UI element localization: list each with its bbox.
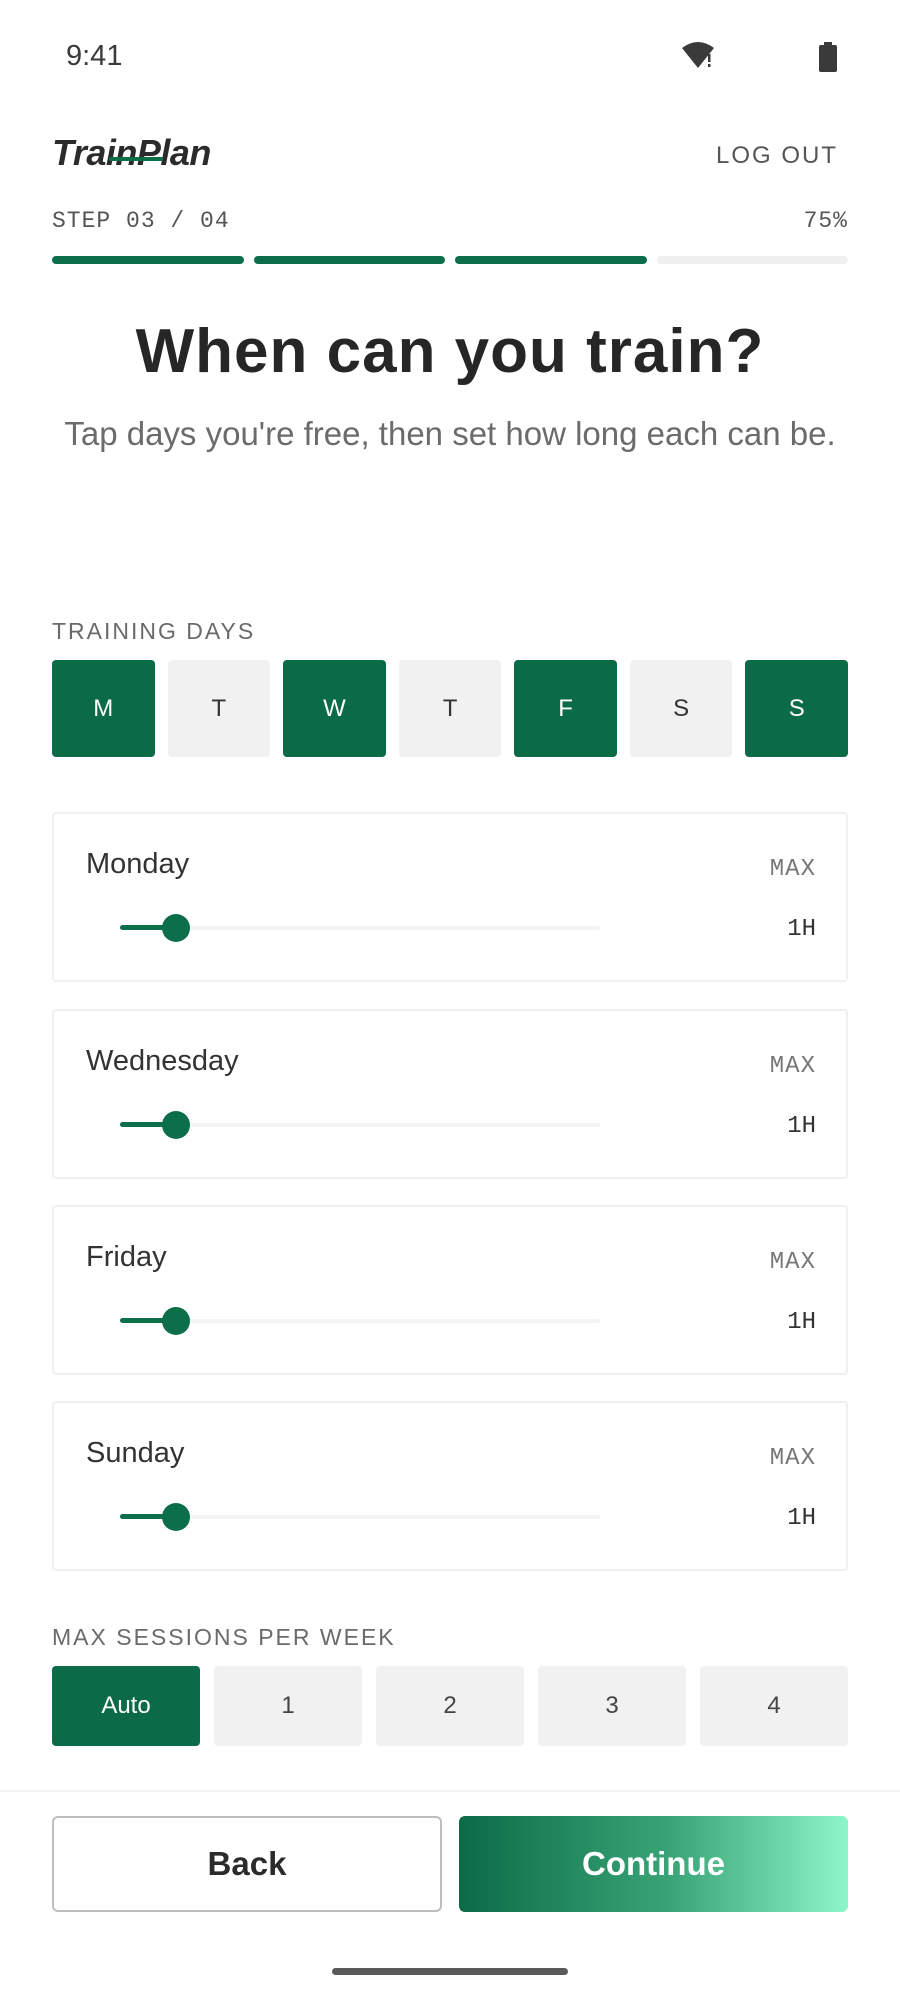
day-chip[interactable]: W [283,660,386,757]
session-option[interactable]: 2 [376,1666,524,1746]
max-label: MAX [769,1445,816,1472]
duration-value: 1H [787,1113,816,1140]
day-chip[interactable]: T [398,660,502,757]
logo-accent-stroke [109,157,163,161]
slider-track [120,926,600,930]
day-card: Friday MAX 1H [52,1205,848,1375]
page-subtitle: Tap days you're free, then set how long … [64,415,836,452]
progress-segment [656,256,848,264]
day-chip[interactable]: S [629,660,733,757]
status-bar: 9:41 [0,0,900,110]
progress-segment [52,256,244,264]
duration-slider[interactable] [120,1503,600,1531]
back-button[interactable]: Back [52,1816,442,1912]
slider-track [120,1515,600,1519]
app-logo: TrainPlan [52,132,211,173]
logout-button[interactable]: LOG OUT [716,142,838,170]
duration-slider[interactable] [120,914,600,942]
slider-track [120,1123,600,1127]
slider-thumb[interactable] [162,1307,191,1335]
day-card-title: Friday [86,1241,167,1273]
sessions-picker: Auto 1 2 3 4 [52,1666,848,1746]
duration-value: 1H [787,916,816,943]
step-indicator: STEP 03 / 04 75% [52,208,848,238]
day-card: Wednesday MAX 1H [52,1009,848,1179]
progress-bar [52,256,848,264]
app-header: TrainPlan LOG OUT [52,130,848,180]
progress-segment [455,256,647,264]
slider-track [120,1319,600,1323]
max-label: MAX [769,856,816,883]
day-chip[interactable]: F [514,660,617,757]
day-chip[interactable]: M [52,660,155,757]
slider-thumb[interactable] [162,914,191,942]
step-label: STEP 03 / 04 [52,208,230,234]
day-card-title: Monday [86,848,190,880]
duration-value: 1H [787,1505,816,1532]
day-card: Monday MAX 1H [52,812,848,982]
status-time: 9:41 [66,40,123,72]
wifi-icon [682,42,714,68]
slider-thumb[interactable] [162,1111,191,1139]
session-option[interactable]: Auto [52,1666,200,1746]
sessions-label: MAX SESSIONS PER WEEK [52,1624,396,1650]
slider-thumb[interactable] [162,1503,191,1531]
max-label: MAX [769,1249,816,1276]
day-picker: MTWTFSS [52,660,849,757]
duration-value: 1H [787,1309,816,1336]
home-indicator [332,1968,568,1975]
session-option[interactable]: 4 [700,1666,848,1746]
duration-slider[interactable] [120,1111,600,1139]
day-chip[interactable]: S [745,660,849,757]
day-card: Sunday MAX 1H [52,1401,848,1571]
page-title: When can you train? [135,317,765,386]
battery-icon [819,42,837,72]
continue-button[interactable]: Continue [459,1816,848,1912]
footer-divider [0,1790,900,1792]
progress-segment [253,256,445,264]
duration-slider[interactable] [120,1307,600,1335]
day-card-title: Sunday [86,1437,185,1469]
max-label: MAX [769,1053,816,1080]
step-percent: 75% [803,208,848,234]
session-option[interactable]: 1 [214,1666,362,1746]
training-days-label: TRAINING DAYS [52,618,256,644]
day-card-title: Wednesday [86,1045,239,1077]
session-option[interactable]: 3 [538,1666,686,1746]
day-chip[interactable]: T [167,660,271,757]
